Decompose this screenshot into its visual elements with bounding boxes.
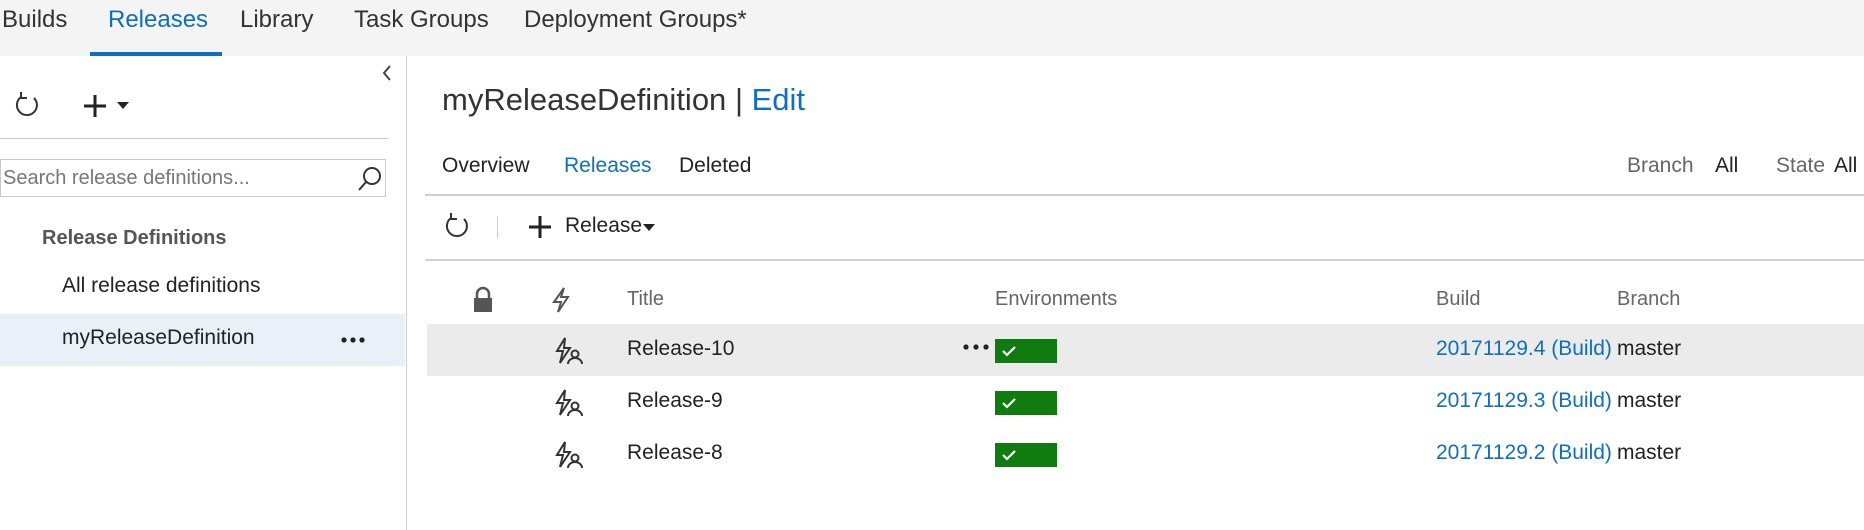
lightning-user-icon bbox=[555, 440, 583, 475]
branch-name: master bbox=[1617, 337, 1682, 360]
branch-name: master bbox=[1617, 441, 1682, 464]
column-header-branch[interactable]: Branch bbox=[1617, 288, 1680, 311]
lock-icon bbox=[471, 286, 495, 319]
edit-link[interactable]: Edit bbox=[752, 82, 805, 117]
branch-name: master bbox=[1617, 389, 1682, 412]
branch-filter-label: Branch bbox=[1627, 154, 1694, 177]
table-row[interactable]: Release-10 20171129.4 (Build) master bbox=[427, 324, 1864, 376]
column-header-environments[interactable]: Environments bbox=[995, 288, 1117, 311]
toolbar-divider bbox=[497, 216, 498, 238]
check-icon bbox=[1001, 448, 1017, 467]
tab-deleted[interactable]: Deleted bbox=[679, 154, 751, 178]
divider bbox=[425, 194, 1864, 196]
tab-builds[interactable]: Builds bbox=[2, 6, 67, 34]
table-row[interactable]: Release-9 20171129.3 (Build) master bbox=[427, 376, 1864, 428]
lightning-icon bbox=[550, 286, 572, 319]
release-title[interactable]: Release-9 bbox=[627, 389, 723, 413]
branch-filter-value[interactable]: All bbox=[1715, 154, 1738, 178]
search-input[interactable] bbox=[1, 160, 343, 196]
build-link[interactable]: 20171129.2 (Build) bbox=[1436, 441, 1612, 465]
column-header-build[interactable]: Build bbox=[1436, 288, 1480, 311]
ellipsis-icon[interactable] bbox=[340, 328, 366, 357]
column-header-title[interactable]: Title bbox=[627, 288, 664, 311]
release-title[interactable]: Release-8 bbox=[627, 441, 723, 465]
environment-status-succeeded[interactable] bbox=[995, 339, 1057, 363]
divider bbox=[0, 138, 388, 139]
search-icon[interactable] bbox=[357, 166, 383, 197]
divider bbox=[425, 259, 1864, 261]
release-button-label: Release bbox=[565, 214, 643, 237]
release-title[interactable]: Release-10 bbox=[627, 337, 734, 361]
state-filter-value[interactable]: All bbox=[1834, 154, 1857, 178]
tab-releases[interactable]: Releases bbox=[108, 6, 208, 34]
search-box bbox=[0, 159, 386, 197]
ellipsis-icon[interactable] bbox=[962, 335, 990, 364]
environment-status-succeeded[interactable] bbox=[995, 443, 1057, 467]
table-row[interactable]: Release-8 20171129.2 (Build) master bbox=[427, 428, 1864, 480]
check-icon bbox=[1001, 344, 1017, 363]
build-link[interactable]: 20171129.4 (Build) bbox=[1436, 337, 1612, 361]
chevron-left-icon[interactable] bbox=[380, 64, 394, 87]
title-separator: | bbox=[734, 82, 743, 117]
section-heading: Release Definitions bbox=[42, 227, 227, 249]
tab-library[interactable]: Library bbox=[240, 6, 313, 34]
lightning-user-icon bbox=[555, 336, 583, 371]
tree-item-my-release-definition[interactable]: myReleaseDefinition bbox=[0, 314, 405, 366]
definition-name: myReleaseDefinition bbox=[442, 82, 727, 117]
refresh-icon[interactable] bbox=[12, 90, 42, 125]
page-title: myReleaseDefinition | Edit bbox=[442, 82, 805, 118]
tree-item-label: All release definitions bbox=[62, 274, 261, 297]
top-navigation: Builds Releases Library Task Groups Depl… bbox=[0, 0, 1864, 56]
main-content: myReleaseDefinition | Edit Overview Rele… bbox=[407, 56, 1864, 530]
tree-item-all-definitions[interactable]: All release definitions bbox=[0, 262, 405, 314]
environment-status-succeeded[interactable] bbox=[995, 391, 1057, 415]
lightning-user-icon bbox=[555, 388, 583, 423]
tab-releases-list[interactable]: Releases bbox=[564, 154, 652, 178]
add-definition-button[interactable] bbox=[84, 92, 134, 125]
build-link[interactable]: 20171129.3 (Build) bbox=[1436, 389, 1612, 413]
tree-item-label: myReleaseDefinition bbox=[62, 326, 255, 349]
check-icon bbox=[1001, 396, 1017, 415]
tab-task-groups[interactable]: Task Groups bbox=[354, 6, 489, 34]
plus-icon bbox=[527, 214, 553, 245]
chevron-down-icon bbox=[641, 220, 657, 238]
tab-deployment-groups[interactable]: Deployment Groups* bbox=[524, 6, 747, 34]
tab-overview[interactable]: Overview bbox=[442, 154, 530, 178]
refresh-icon[interactable] bbox=[442, 211, 472, 246]
definitions-panel: Release Definitions All release definiti… bbox=[0, 56, 407, 530]
state-filter-label: State bbox=[1776, 154, 1826, 177]
